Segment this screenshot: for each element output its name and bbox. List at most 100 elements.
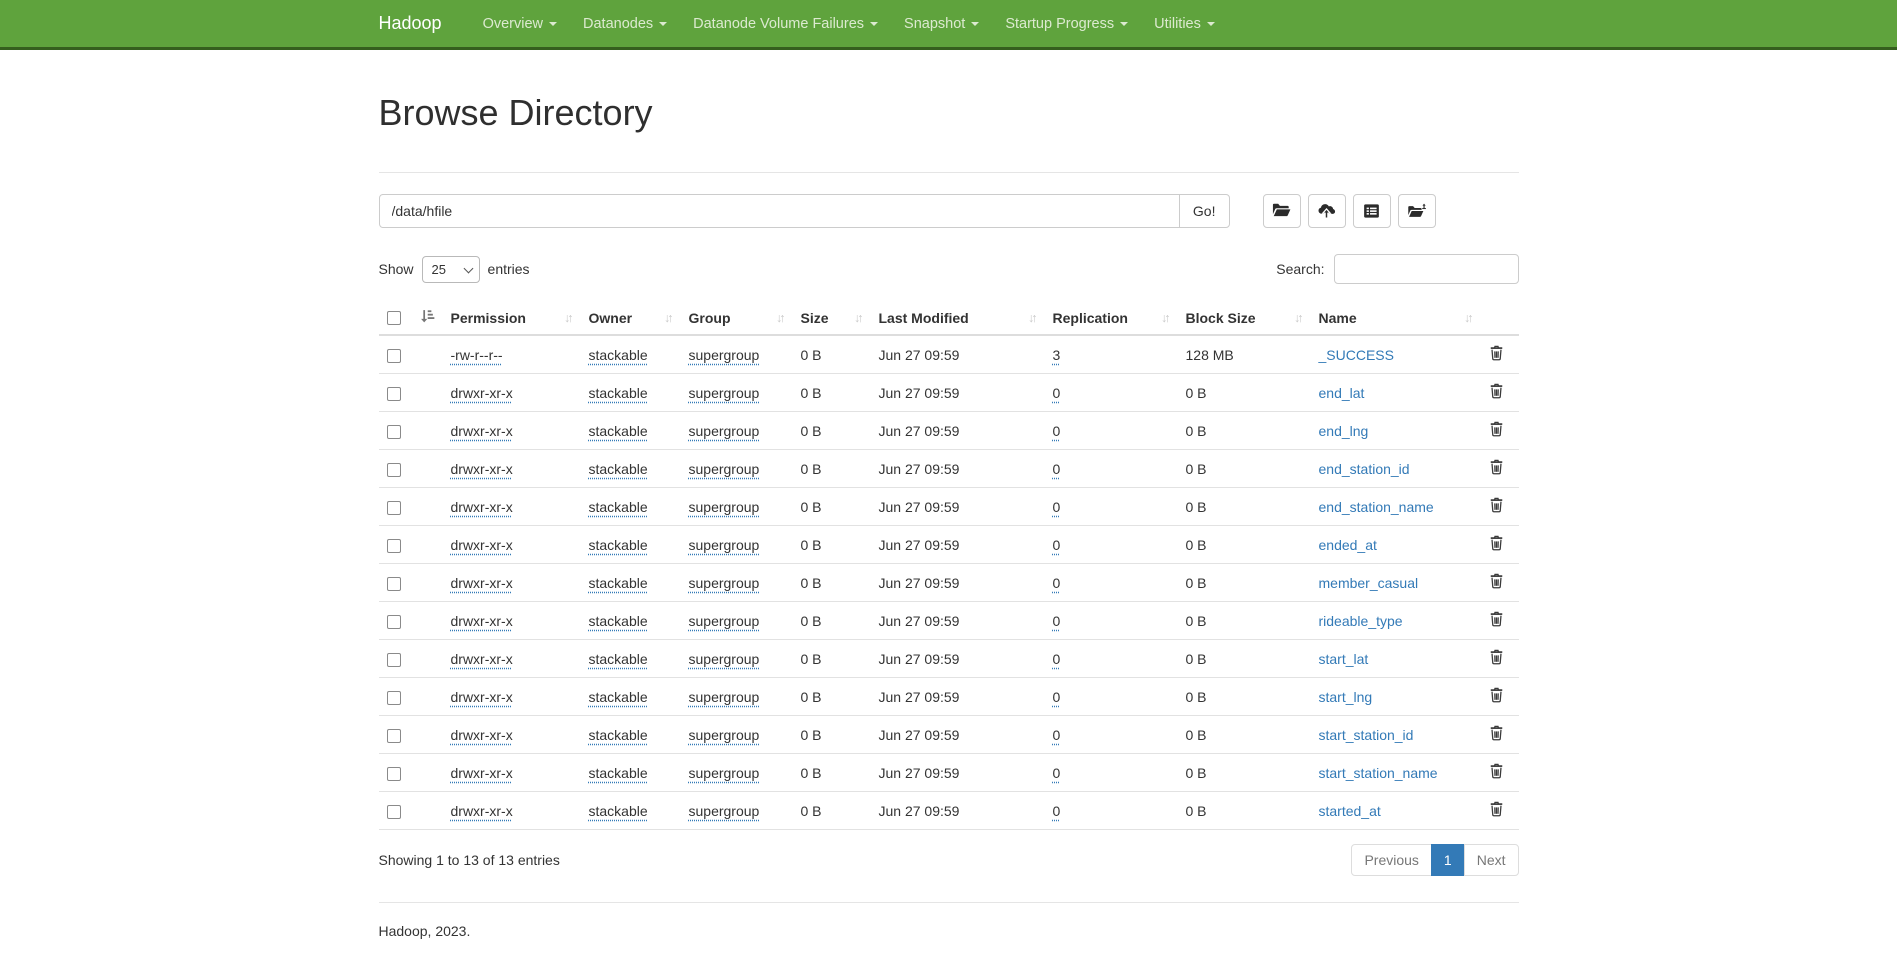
row-select-checkbox[interactable] — [387, 387, 401, 401]
owner-cell[interactable]: stackable — [589, 347, 648, 363]
column-header-permission[interactable]: Permission ↓↑ — [443, 301, 581, 335]
file-name-link[interactable]: end_lat — [1319, 385, 1365, 401]
delete-file-button[interactable] — [1489, 421, 1504, 440]
file-name-link[interactable]: start_station_name — [1319, 765, 1438, 781]
group-cell[interactable]: supergroup — [689, 575, 760, 591]
go-button[interactable]: Go! — [1179, 194, 1230, 228]
row-select-checkbox[interactable] — [387, 767, 401, 781]
file-name-link[interactable]: _SUCCESS — [1319, 347, 1394, 363]
group-cell[interactable]: supergroup — [689, 651, 760, 667]
replication-cell[interactable]: 0 — [1053, 423, 1061, 439]
group-cell[interactable]: supergroup — [689, 537, 760, 553]
directory-path-input[interactable] — [379, 194, 1180, 228]
group-cell[interactable]: supergroup — [689, 613, 760, 629]
replication-cell[interactable]: 0 — [1053, 461, 1061, 477]
row-select-checkbox[interactable] — [387, 653, 401, 667]
owner-cell[interactable]: stackable — [589, 537, 648, 553]
permission-cell[interactable]: drwxr-xr-x — [451, 765, 513, 781]
owner-cell[interactable]: stackable — [589, 765, 648, 781]
owner-cell[interactable]: stackable — [589, 461, 648, 477]
nav-item-overview[interactable]: Overview — [470, 0, 570, 47]
permission-cell[interactable]: drwxr-xr-x — [451, 537, 513, 553]
owner-cell[interactable]: stackable — [589, 423, 648, 439]
replication-cell[interactable]: 0 — [1053, 537, 1061, 553]
delete-file-button[interactable] — [1489, 497, 1504, 516]
file-name-link[interactable]: end_station_name — [1319, 499, 1434, 515]
row-select-checkbox[interactable] — [387, 539, 401, 553]
delete-file-button[interactable] — [1489, 649, 1504, 668]
permission-cell[interactable]: drwxr-xr-x — [451, 727, 513, 743]
owner-cell[interactable]: stackable — [589, 613, 648, 629]
delete-file-button[interactable] — [1489, 801, 1504, 820]
folder-arrow-button[interactable] — [1398, 194, 1436, 228]
column-header-replication[interactable]: Replication ↓↑ — [1045, 301, 1178, 335]
delete-file-button[interactable] — [1489, 611, 1504, 630]
owner-cell[interactable]: stackable — [589, 727, 648, 743]
nav-item-datanodes[interactable]: Datanodes — [570, 0, 680, 47]
replication-cell[interactable]: 0 — [1053, 727, 1061, 743]
permission-cell[interactable]: -rw-r--r-- — [451, 347, 503, 363]
column-header-owner[interactable]: Owner ↓↑ — [581, 301, 681, 335]
permission-cell[interactable]: drwxr-xr-x — [451, 461, 513, 477]
column-header-group[interactable]: Group ↓↑ — [681, 301, 793, 335]
file-name-link[interactable]: started_at — [1319, 803, 1381, 819]
replication-cell[interactable]: 3 — [1053, 347, 1061, 363]
replication-cell[interactable]: 0 — [1053, 613, 1061, 629]
owner-cell[interactable]: stackable — [589, 803, 648, 819]
group-cell[interactable]: supergroup — [689, 461, 760, 477]
row-select-checkbox[interactable] — [387, 577, 401, 591]
owner-cell[interactable]: stackable — [589, 385, 648, 401]
search-input[interactable] — [1334, 254, 1519, 284]
group-cell[interactable]: supergroup — [689, 385, 760, 401]
row-select-checkbox[interactable] — [387, 501, 401, 515]
row-select-checkbox[interactable] — [387, 805, 401, 819]
delete-file-button[interactable] — [1489, 573, 1504, 592]
create-directory-button[interactable] — [1263, 194, 1301, 228]
delete-file-button[interactable] — [1489, 725, 1504, 744]
column-header-last-modified[interactable]: Last Modified ↓↑ — [871, 301, 1045, 335]
group-cell[interactable]: supergroup — [689, 423, 760, 439]
upload-files-button[interactable] — [1308, 194, 1346, 228]
row-select-checkbox[interactable] — [387, 349, 401, 363]
file-name-link[interactable]: start_lng — [1319, 689, 1373, 705]
file-name-link[interactable]: ended_at — [1319, 537, 1377, 553]
delete-file-button[interactable] — [1489, 345, 1504, 364]
group-cell[interactable]: supergroup — [689, 803, 760, 819]
group-cell[interactable]: supergroup — [689, 347, 760, 363]
delete-file-button[interactable] — [1489, 383, 1504, 402]
nav-item-startup-progress[interactable]: Startup Progress — [992, 0, 1141, 47]
delete-file-button[interactable] — [1489, 535, 1504, 554]
permission-cell[interactable]: drwxr-xr-x — [451, 575, 513, 591]
owner-cell[interactable]: stackable — [589, 499, 648, 515]
brand-hadoop[interactable]: Hadoop — [379, 13, 442, 34]
page-size-select[interactable]: 25 — [422, 256, 480, 283]
group-cell[interactable]: supergroup — [689, 765, 760, 781]
pagination-previous[interactable]: Previous — [1351, 844, 1431, 876]
replication-cell[interactable]: 0 — [1053, 803, 1061, 819]
delete-file-button[interactable] — [1489, 763, 1504, 782]
delete-file-button[interactable] — [1489, 687, 1504, 706]
row-select-checkbox[interactable] — [387, 463, 401, 477]
permission-cell[interactable]: drwxr-xr-x — [451, 651, 513, 667]
group-cell[interactable]: supergroup — [689, 499, 760, 515]
permission-cell[interactable]: drwxr-xr-x — [451, 423, 513, 439]
replication-cell[interactable]: 0 — [1053, 689, 1061, 705]
permission-cell[interactable]: drwxr-xr-x — [451, 689, 513, 705]
file-name-link[interactable]: member_casual — [1319, 575, 1419, 591]
group-cell[interactable]: supergroup — [689, 689, 760, 705]
permission-cell[interactable]: drwxr-xr-x — [451, 803, 513, 819]
delete-file-button[interactable] — [1489, 459, 1504, 478]
replication-cell[interactable]: 0 — [1053, 651, 1061, 667]
replication-cell[interactable]: 0 — [1053, 575, 1061, 591]
owner-cell[interactable]: stackable — [589, 575, 648, 591]
permission-cell[interactable]: drwxr-xr-x — [451, 613, 513, 629]
permission-cell[interactable]: drwxr-xr-x — [451, 385, 513, 401]
row-select-checkbox[interactable] — [387, 615, 401, 629]
column-header-block-size[interactable]: Block Size ↓↑ — [1178, 301, 1311, 335]
replication-cell[interactable]: 0 — [1053, 765, 1061, 781]
row-select-checkbox[interactable] — [387, 729, 401, 743]
row-select-checkbox[interactable] — [387, 425, 401, 439]
permission-cell[interactable]: drwxr-xr-x — [451, 499, 513, 515]
file-name-link[interactable]: rideable_type — [1319, 613, 1403, 629]
file-name-link[interactable]: end_lng — [1319, 423, 1369, 439]
